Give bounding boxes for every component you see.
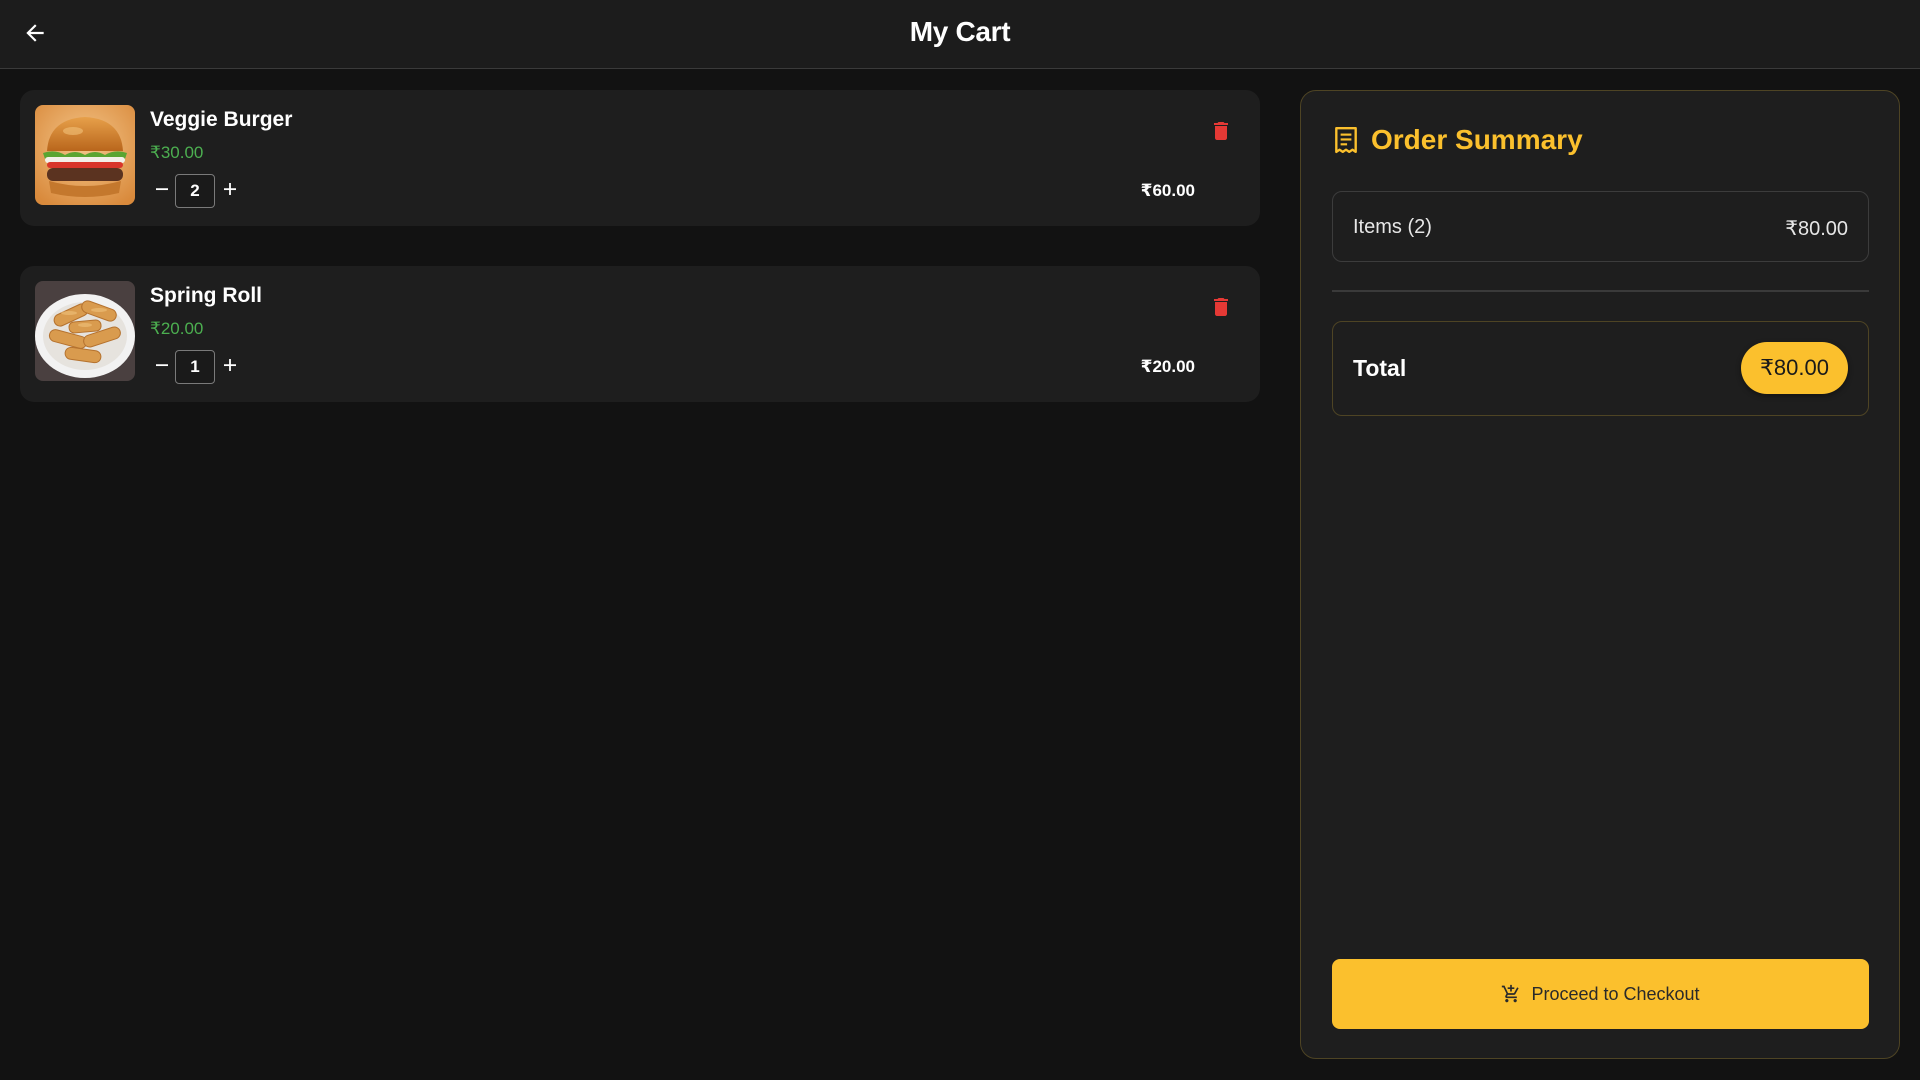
divider	[1332, 290, 1869, 292]
items-amount: ₹80.00	[1785, 218, 1848, 240]
trash-icon	[1214, 298, 1228, 316]
trash-icon	[1214, 122, 1228, 140]
summary-header: Order Summary	[1333, 124, 1583, 156]
delete-item-button[interactable]	[1208, 116, 1234, 146]
decrease-quantity-button[interactable]	[150, 352, 174, 378]
item-name: Spring Roll	[150, 284, 262, 307]
decrease-quantity-button[interactable]	[150, 176, 174, 202]
minus-icon	[156, 364, 168, 367]
quantity-field[interactable]: 2	[175, 174, 215, 208]
cart-item: Veggie Burger ₹30.00 2 ₹60.00	[20, 90, 1260, 226]
receipt-icon	[1335, 126, 1357, 154]
veggie-burger-image	[35, 105, 135, 205]
delete-item-button[interactable]	[1208, 292, 1234, 322]
checkout-label: Proceed to Checkout	[1531, 983, 1700, 1004]
page-title: My Cart	[909, 16, 1011, 47]
cart-add-icon	[1502, 984, 1520, 1003]
increase-quantity-button[interactable]	[218, 176, 242, 202]
minus-icon	[156, 188, 168, 191]
total-label: Total	[1353, 355, 1407, 381]
item-unit-price: ₹30.00	[150, 143, 204, 162]
item-subtotal: ₹60.00	[1140, 181, 1195, 200]
quantity-field[interactable]: 1	[175, 350, 215, 384]
app-bar: My Cart	[0, 0, 1920, 69]
order-summary-panel: Order Summary Items (2) ₹80.00 Total ₹80…	[1300, 90, 1900, 1059]
total-row: Total ₹80.00	[1332, 321, 1869, 416]
items-count-row: Items (2) ₹80.00	[1332, 191, 1869, 262]
increase-quantity-button[interactable]	[218, 352, 242, 378]
item-subtotal: ₹20.00	[1140, 357, 1195, 376]
items-count-label: Items (2)	[1353, 216, 1432, 238]
item-unit-price: ₹20.00	[150, 319, 204, 338]
plus-icon	[224, 359, 236, 371]
proceed-to-checkout-button[interactable]: Proceed to Checkout	[1332, 959, 1869, 1029]
summary-title: Order Summary	[1371, 124, 1583, 155]
cart-list: Veggie Burger ₹30.00 2 ₹60.00 Spring Rol…	[20, 90, 1260, 442]
item-name: Veggie Burger	[150, 108, 293, 131]
cart-item: Spring Roll ₹20.00 1 ₹20.00	[20, 266, 1260, 402]
plus-icon	[224, 183, 236, 195]
total-amount-badge: ₹80.00	[1740, 342, 1848, 394]
spring-roll-image	[35, 281, 135, 381]
